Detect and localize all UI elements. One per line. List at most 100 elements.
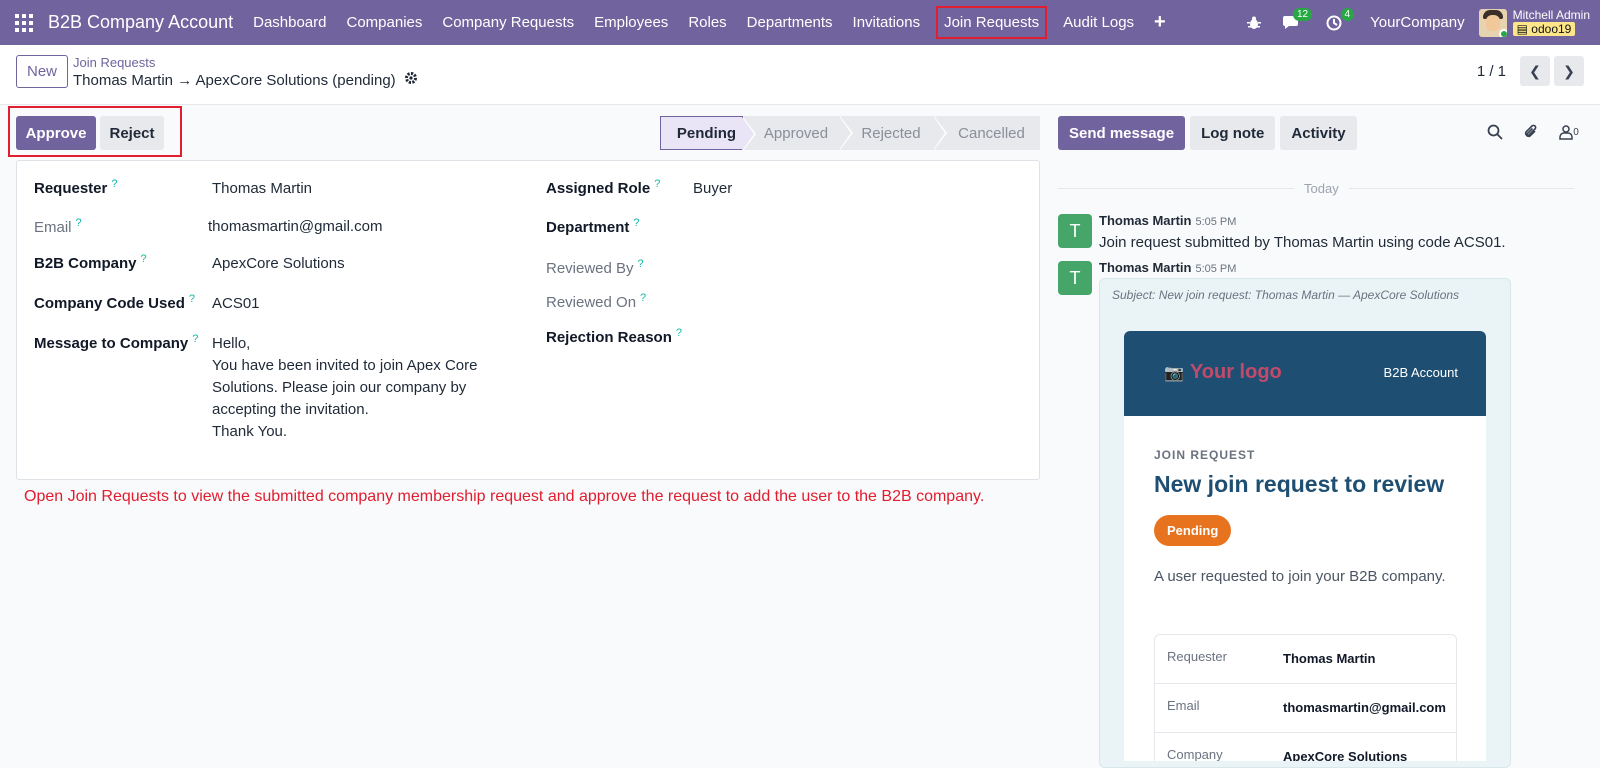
reject-button[interactable]: Reject — [100, 116, 164, 150]
email-subject: Subject: New join request: Thomas Martin… — [1112, 288, 1460, 302]
chevron-right-icon: ❯ — [1563, 62, 1575, 79]
menu-invitations[interactable]: Invitations — [843, 0, 931, 45]
record-title-text: Thomas Martin → ApexCore Solutions (pend… — [73, 71, 396, 89]
email-value[interactable]: thomasmartin@gmail.com — [208, 218, 382, 235]
activity-clock-icon[interactable]: 4 — [1318, 0, 1355, 45]
apps-menu-icon[interactable] — [0, 0, 48, 45]
message-time: 5:05 PM — [1195, 216, 1237, 228]
menu-join-requests[interactable]: Join Requests — [930, 0, 1053, 45]
help-icon[interactable]: ? — [192, 333, 198, 345]
task-instruction: Open Join Requests to view the submitted… — [24, 488, 985, 505]
followers-count: 0 — [1573, 126, 1579, 138]
systray: 12 4 YourCompany Mitchell Admin ▤ odoo19 — [1238, 0, 1600, 45]
message-body: Join request submitted by Thomas Martin … — [1099, 234, 1506, 251]
stage-rejected[interactable]: Rejected — [839, 116, 947, 150]
gear-icon[interactable] — [404, 71, 418, 89]
email-header: 📷 Your logo B2B Account — [1124, 331, 1486, 416]
email-status-badge: Pending — [1154, 515, 1232, 546]
pager: 1 / 1 ❮ ❯ — [1477, 56, 1584, 86]
message-avatar[interactable]: T — [1058, 214, 1092, 248]
table-key: Requester — [1167, 649, 1227, 664]
help-icon[interactable]: ? — [111, 178, 117, 190]
help-icon[interactable]: ? — [76, 217, 82, 229]
rejection-reason-label: Rejection Reason? — [546, 327, 682, 346]
message-to-company-label: Message to Company? — [34, 333, 199, 352]
table-row: Company ApexCore Solutions — [1155, 733, 1456, 761]
help-icon[interactable]: ? — [676, 327, 682, 339]
help-icon[interactable]: ? — [638, 258, 644, 270]
messages-count-badge: 12 — [1292, 8, 1313, 21]
chatter-actions: Send message Log note Activity — [1058, 116, 1357, 150]
table-key: Email — [1167, 698, 1200, 713]
help-icon[interactable]: ? — [640, 292, 646, 304]
b2b-company-value[interactable]: ApexCore Solutions — [212, 255, 345, 272]
stage-approved[interactable]: Approved — [743, 116, 853, 150]
email-kicker: JOIN REQUEST — [1154, 448, 1256, 462]
followers-icon[interactable]: 0 — [1556, 121, 1582, 143]
stage-pending[interactable]: Pending — [660, 116, 756, 151]
main-menu: Dashboard Companies Company Requests Emp… — [243, 0, 1176, 45]
add-menu-icon[interactable]: + — [1144, 11, 1176, 34]
assigned-role-value[interactable]: Buyer — [693, 180, 732, 197]
stage-cancelled[interactable]: Cancelled — [933, 116, 1040, 150]
table-value: Thomas Martin — [1283, 651, 1376, 666]
email-label: Email? — [34, 217, 82, 236]
paperclip-icon[interactable] — [1520, 121, 1542, 143]
message-author[interactable]: Thomas Martin 5:05 PM — [1099, 213, 1236, 228]
user-avatar[interactable] — [1478, 8, 1507, 37]
department-label: Department? — [546, 217, 640, 236]
app-brand[interactable]: B2B Company Account — [48, 12, 233, 33]
log-note-button[interactable]: Log note — [1190, 116, 1276, 150]
online-status-dot — [1498, 28, 1507, 37]
email-heading: New join request to review — [1154, 471, 1445, 497]
menu-companies[interactable]: Companies — [337, 0, 433, 45]
table-key: Company — [1167, 747, 1223, 761]
message-time: 5:05 PM — [1195, 263, 1237, 275]
reviewed-on-label: Reviewed On? — [546, 292, 647, 311]
search-icon[interactable] — [1484, 121, 1506, 143]
pager-previous-button[interactable]: ❮ — [1520, 56, 1550, 86]
menu-roles[interactable]: Roles — [678, 0, 736, 45]
debug-bug-icon[interactable] — [1238, 0, 1270, 45]
help-icon[interactable]: ? — [141, 253, 147, 265]
menu-company-requests[interactable]: Company Requests — [432, 0, 584, 45]
help-icon[interactable]: ? — [189, 293, 195, 305]
menu-audit-logs[interactable]: Audit Logs — [1053, 0, 1144, 45]
table-row: Requester Thomas Martin — [1155, 635, 1456, 684]
new-button[interactable]: New — [16, 55, 68, 88]
b2b-company-label: B2B Company? — [34, 253, 147, 272]
help-icon[interactable]: ? — [654, 178, 660, 190]
table-value: thomasmartin@gmail.com — [1283, 700, 1446, 715]
messages-chat-icon[interactable]: 12 — [1276, 0, 1313, 45]
chatter-tools: 0 — [1484, 121, 1582, 143]
email-text: A user requested to join your B2B compan… — [1154, 568, 1446, 585]
message-to-company-value[interactable]: Hello, You have been invited to join Ape… — [212, 333, 482, 443]
approve-button[interactable]: Approve — [16, 116, 96, 150]
pager-next-button[interactable]: ❯ — [1554, 56, 1584, 86]
status-bar: Pending Approved Rejected Cancelled — [660, 116, 1040, 151]
company-code-label: Company Code Used? — [34, 293, 195, 312]
camera-icon: 📷 — [1164, 365, 1184, 382]
help-icon[interactable]: ? — [633, 217, 639, 229]
menu-departments[interactable]: Departments — [737, 0, 843, 45]
table-row: Email thomasmartin@gmail.com — [1155, 684, 1456, 733]
form-sheet: Requester? Thomas Martin Email? thomasma… — [16, 160, 1040, 480]
menu-employees[interactable]: Employees — [584, 0, 678, 45]
message-avatar[interactable]: T — [1058, 261, 1092, 295]
user-menu[interactable]: Mitchell Admin ▤ odoo19 — [1512, 9, 1590, 36]
requester-label: Requester? — [34, 178, 118, 197]
company-switcher[interactable]: YourCompany — [1370, 14, 1465, 31]
menu-dashboard[interactable]: Dashboard — [243, 0, 336, 45]
chevron-left-icon: ❮ — [1529, 62, 1541, 79]
email-details-table: Requester Thomas Martin Email thomasmart… — [1154, 634, 1457, 761]
message-author[interactable]: Thomas Martin 5:05 PM — [1099, 260, 1236, 275]
pager-value[interactable]: 1 / 1 — [1477, 63, 1506, 80]
company-code-value[interactable]: ACS01 — [212, 295, 260, 312]
activity-button[interactable]: Activity — [1280, 116, 1357, 150]
assigned-role-label: Assigned Role? — [546, 178, 661, 197]
activities-count-badge: 4 — [1340, 8, 1355, 21]
requester-value[interactable]: Thomas Martin — [212, 180, 312, 197]
send-message-button[interactable]: Send message — [1058, 116, 1186, 150]
database-icon: ▤ — [1516, 22, 1532, 36]
breadcrumb-join-requests[interactable]: Join Requests — [73, 55, 155, 70]
